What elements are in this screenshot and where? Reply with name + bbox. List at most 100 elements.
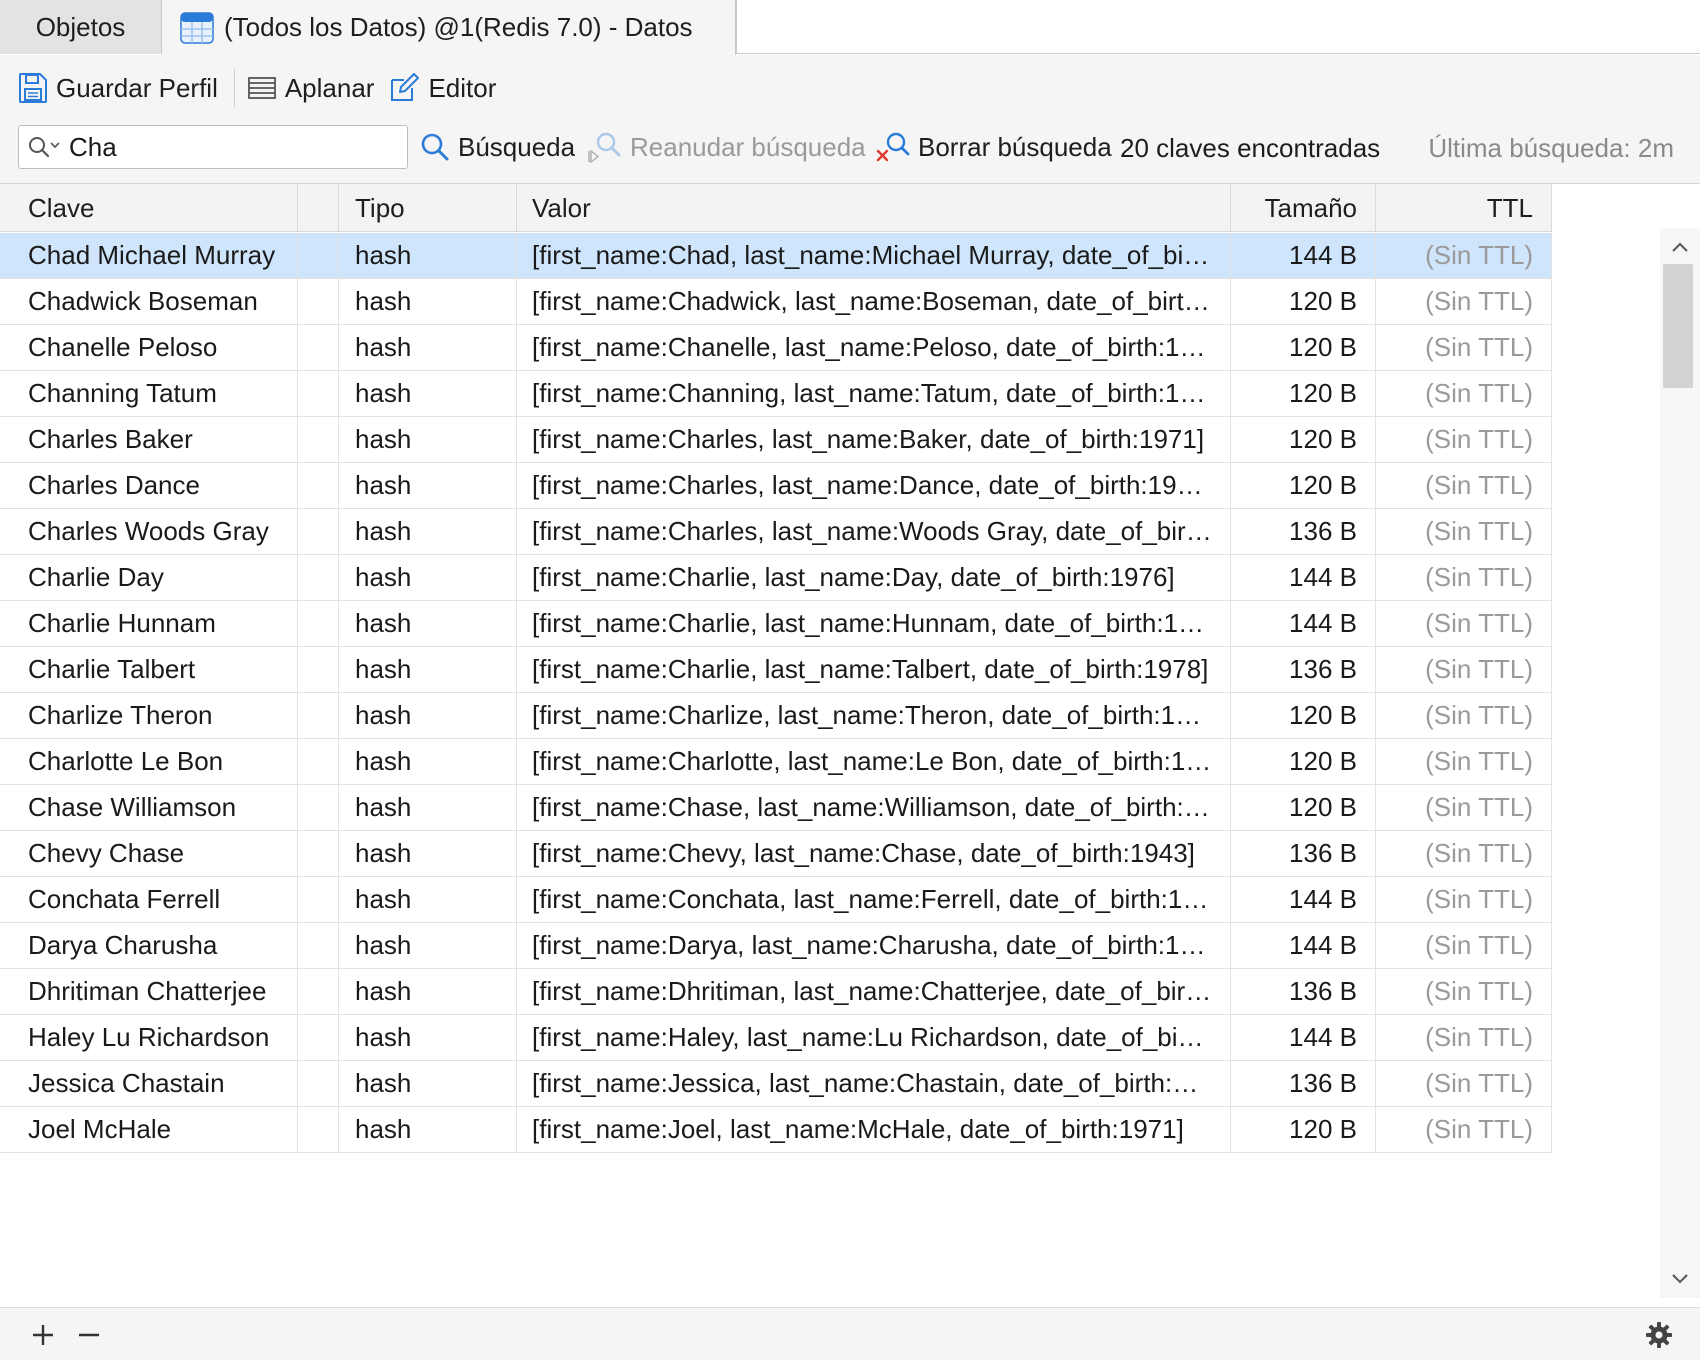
column-header-value[interactable]: Valor <box>517 184 1231 232</box>
cell-type: hash <box>339 555 517 600</box>
table-row[interactable]: Charles Baker hash [first_name:Charles, la… <box>0 417 1552 463</box>
cell-type: hash <box>339 325 517 370</box>
cell-key: Charlize Theron <box>0 693 298 738</box>
table-row[interactable]: Chanelle Peloso hash [first_name:Chanelle,… <box>0 325 1552 371</box>
cell-type: hash <box>339 279 517 324</box>
search-icon[interactable] <box>27 135 61 159</box>
cell-size: 136 B <box>1231 647 1376 692</box>
table-row[interactable]: Charlie Day hash [first_name:Charlie, last… <box>0 555 1552 601</box>
cell-key: Charles Woods Gray <box>0 509 298 554</box>
cell-value: [first_name:Joel, last_name:McHale, date… <box>517 1107 1231 1152</box>
column-header-spacer <box>298 184 339 232</box>
cell-key: Darya Charusha <box>0 923 298 968</box>
table-row[interactable]: Conchata Ferrell hash [first_name:Conchata… <box>0 877 1552 923</box>
table-row[interactable]: Dhritiman Chatterjee hash [first_name:Dhri… <box>0 969 1552 1015</box>
save-profile-label: Guardar Perfil <box>56 72 218 103</box>
table-row[interactable]: Joel McHale hash [first_name:Joel, last_na… <box>0 1107 1552 1153</box>
cell-size: 144 B <box>1231 601 1376 646</box>
cell-size: 136 B <box>1231 969 1376 1014</box>
table-row[interactable]: Charles Dance hash [first_name:Charles, la… <box>0 463 1552 509</box>
cell-ttl: (Sin TTL) <box>1376 509 1552 554</box>
cell-spacer <box>298 371 339 416</box>
cell-size: 120 B <box>1231 463 1376 508</box>
cell-value: [first_name:Charles, last_name:Woods Gra… <box>517 509 1231 554</box>
cell-value: [first_name:Chase, last_name:Williamson,… <box>517 785 1231 830</box>
bottom-bar <box>0 1307 1700 1360</box>
table-row[interactable]: Charlize Theron hash [first_name:Charlize,… <box>0 693 1552 739</box>
plus-icon[interactable] <box>28 1320 58 1350</box>
cell-value: [first_name:Darya, last_name:Charusha, d… <box>517 923 1231 968</box>
cell-value: [first_name:Chevy, last_name:Chase, date… <box>517 831 1231 876</box>
cell-type: hash <box>339 601 517 646</box>
keys-found-count: 20 claves encontradas <box>1120 133 1381 163</box>
cell-spacer <box>298 693 339 738</box>
cell-key: Haley Lu Richardson <box>0 1015 298 1060</box>
table-row[interactable]: Chevy Chase hash [first_name:Chevy, last_n… <box>0 831 1552 877</box>
cell-type: hash <box>339 417 517 462</box>
column-header-ttl[interactable]: TTL <box>1376 184 1552 232</box>
table-row[interactable]: Haley Lu Richardson hash [first_name:Haley… <box>0 1015 1552 1061</box>
cell-key: Channing Tatum <box>0 371 298 416</box>
table-row[interactable]: Channing Tatum hash [first_name:Channing, … <box>0 371 1552 417</box>
flatten-button[interactable]: Aplanar <box>247 65 389 111</box>
cell-type: hash <box>339 831 517 876</box>
cell-ttl: (Sin TTL) <box>1376 969 1552 1014</box>
editor-button[interactable]: Editor <box>388 65 510 111</box>
cell-size: 144 B <box>1231 233 1376 278</box>
table-row[interactable]: Darya Charusha hash [first_name:Darya, las… <box>0 923 1552 969</box>
cell-ttl: (Sin TTL) <box>1376 325 1552 370</box>
cell-value: [first_name:Chanelle, last_name:Peloso, … <box>517 325 1231 370</box>
tab-objects[interactable]: Objetos <box>0 0 162 54</box>
cell-type: hash <box>339 1015 517 1060</box>
cell-type: hash <box>339 1061 517 1106</box>
chevron-down-icon[interactable] <box>1670 1268 1690 1288</box>
clear-search-button[interactable]: Borrar búsqueda <box>876 127 1112 167</box>
resume-search-button[interactable]: Reanudar búsqueda <box>588 127 866 167</box>
cell-type: hash <box>339 647 517 692</box>
search-field[interactable] <box>18 125 408 169</box>
table-row[interactable]: Charlotte Le Bon hash [first_name:Charlott… <box>0 739 1552 785</box>
cell-ttl: (Sin TTL) <box>1376 417 1552 462</box>
resume-search-label: Reanudar búsqueda <box>630 131 866 162</box>
cell-key: Dhritiman Chatterjee <box>0 969 298 1014</box>
save-icon <box>19 73 47 103</box>
column-header-size[interactable]: Tamaño <box>1231 184 1376 232</box>
cell-value: [first_name:Charlize, last_name:Theron, … <box>517 693 1231 738</box>
table-row[interactable]: Charles Woods Gray hash [first_name:Charle… <box>0 509 1552 555</box>
search-input[interactable] <box>69 131 369 163</box>
table-row[interactable]: Chad Michael Murray hash [first_name:Chad,… <box>0 233 1552 279</box>
vertical-scrollbar[interactable] <box>1660 228 1700 1298</box>
table-row[interactable]: Charlie Talbert hash [first_name:Charlie, … <box>0 647 1552 693</box>
save-profile-button[interactable]: Guardar Perfil <box>18 65 232 111</box>
cell-size: 120 B <box>1231 1107 1376 1152</box>
tab-data[interactable]: (Todos los Datos) @1(Redis 7.0) - Datos <box>162 0 736 55</box>
table-row[interactable]: Jessica Chastain hash [first_name:Jessica,… <box>0 1061 1552 1107</box>
cell-ttl: (Sin TTL) <box>1376 601 1552 646</box>
cell-ttl: (Sin TTL) <box>1376 555 1552 600</box>
cell-value: [first_name:Dhritiman, last_name:Chatter… <box>517 969 1231 1014</box>
search-button[interactable]: Búsqueda <box>420 127 575 167</box>
scrollbar-thumb[interactable] <box>1663 264 1693 388</box>
search-button-label: Búsqueda <box>458 131 576 162</box>
minus-icon[interactable] <box>74 1320 104 1350</box>
cell-spacer <box>298 969 339 1014</box>
column-header-type[interactable]: Tipo <box>339 184 517 232</box>
table-row[interactable]: Chase Williamson hash [first_name:Chase, l… <box>0 785 1552 831</box>
column-header-key[interactable]: Clave <box>0 184 298 232</box>
table-icon <box>180 11 214 44</box>
gear-icon[interactable] <box>1644 1320 1674 1350</box>
table-row[interactable]: Charlie Hunnam hash [first_name:Charlie, l… <box>0 601 1552 647</box>
chevron-up-icon[interactable] <box>1670 238 1690 258</box>
cell-type: hash <box>339 371 517 416</box>
clear-search-label: Borrar búsqueda <box>918 131 1112 162</box>
cell-ttl: (Sin TTL) <box>1376 647 1552 692</box>
cell-type: hash <box>339 785 517 830</box>
cell-value: [first_name:Charlie, last_name:Hunnam, d… <box>517 601 1231 646</box>
search-icon <box>421 133 449 161</box>
cell-type: hash <box>339 1107 517 1152</box>
cell-size: 136 B <box>1231 831 1376 876</box>
table-row[interactable]: Chadwick Boseman hash [first_name:Chadwick… <box>0 279 1552 325</box>
cell-ttl: (Sin TTL) <box>1376 739 1552 784</box>
data-grid: Clave Tipo Valor Tamaño TTL Chad Michael… <box>0 183 1700 1307</box>
cell-value: [first_name:Charlotte, last_name:Le Bon,… <box>517 739 1231 784</box>
